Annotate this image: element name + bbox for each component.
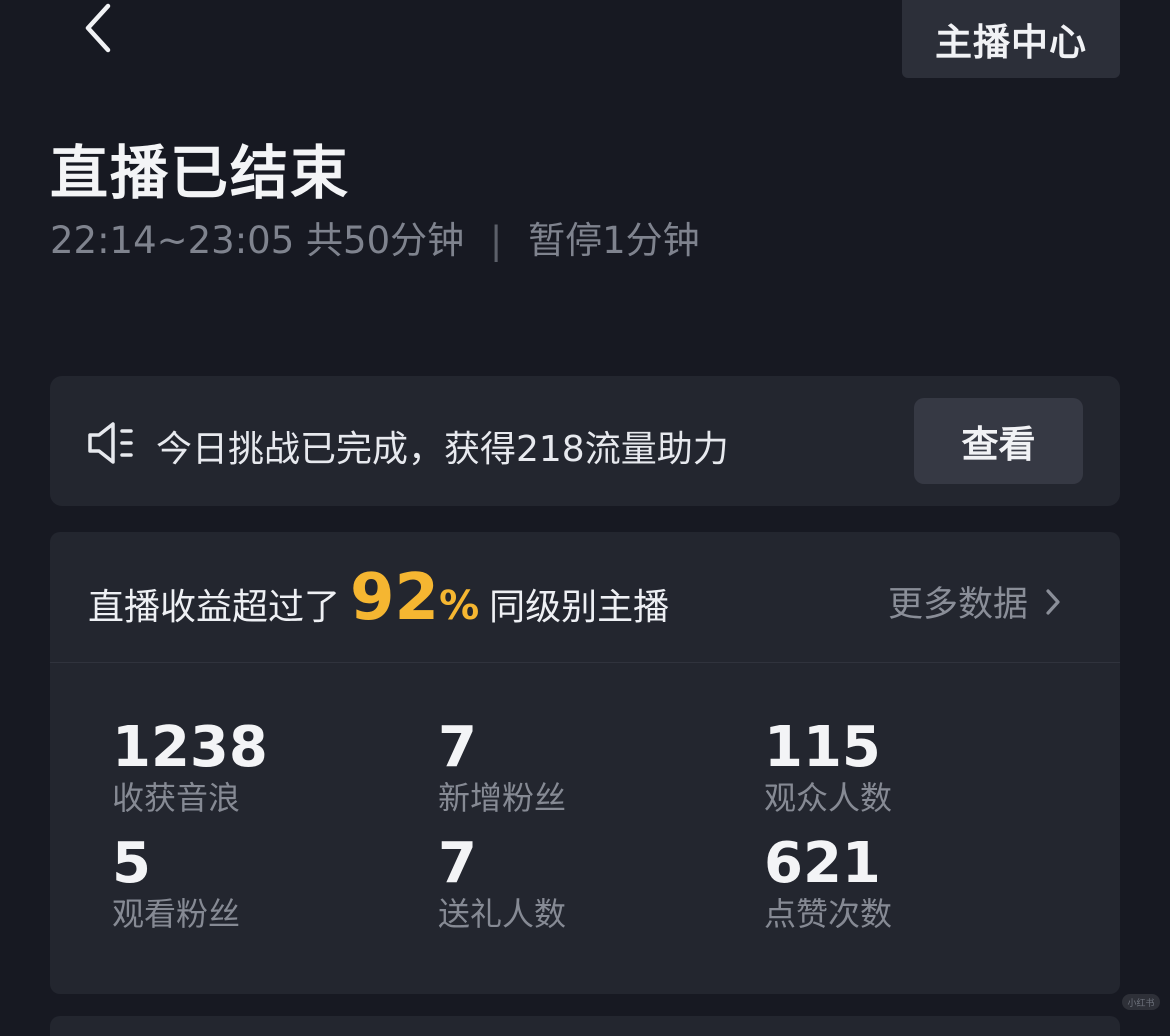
page-title: 直播已结束 (50, 139, 351, 207)
stats-card: 直播收益超过了 92 % 同级别主播 更多数据 1238 收获音浪 7 新增粉丝… (50, 532, 1120, 994)
speaker-icon (86, 420, 138, 470)
time-range: 22:14~23:05 (50, 219, 295, 262)
next-card-edge (50, 1016, 1120, 1036)
watermark-logo: 小红书 (1122, 994, 1160, 1010)
stat-label: 新增粉丝 (438, 779, 567, 817)
more-data-link[interactable]: 更多数据 (888, 576, 1062, 627)
stat-sound-waves: 1238 收获音浪 (112, 716, 412, 818)
chevron-right-icon (1046, 588, 1060, 615)
challenge-card: 今日挑战已完成，获得218流量助力 查看 (50, 376, 1120, 506)
income-summary: 直播收益超过了 92 % 同级别主播 (88, 566, 669, 630)
stat-fan-viewers: 5 观看粉丝 (112, 832, 412, 934)
stat-likes: 621 点赞次数 (764, 832, 1064, 934)
view-button[interactable]: 查看 (914, 398, 1083, 484)
more-data-label: 更多数据 (888, 585, 1029, 625)
total-duration: 共50分钟 (306, 219, 465, 262)
stat-value: 7 (438, 831, 477, 896)
income-suffix: 同级别主播 (489, 587, 670, 628)
stat-new-fans: 7 新增粉丝 (438, 716, 738, 818)
stat-label: 送礼人数 (438, 895, 567, 933)
back-button[interactable] (78, 0, 124, 58)
pause-duration: 暂停1分钟 (528, 219, 700, 262)
income-percent: 92 (350, 561, 440, 635)
stat-value: 621 (764, 831, 881, 896)
percent-sign: % (439, 583, 480, 629)
stat-gifters: 7 送礼人数 (438, 832, 738, 934)
stat-label: 观看粉丝 (112, 895, 241, 933)
income-row: 直播收益超过了 92 % 同级别主播 更多数据 (50, 532, 1120, 663)
stat-value: 7 (438, 715, 477, 780)
stat-value: 115 (764, 715, 881, 780)
stat-label: 点赞次数 (764, 895, 893, 933)
live-time-info: 22:14~23:05 共50分钟 | 暂停1分钟 (50, 210, 700, 264)
stat-viewers: 115 观众人数 (764, 716, 1064, 818)
stat-label: 收获音浪 (112, 779, 241, 817)
chevron-left-icon (85, 3, 111, 53)
host-center-button[interactable]: 主播中心 (902, 0, 1120, 78)
challenge-message: 今日挑战已完成，获得218流量助力 (156, 429, 729, 470)
stat-value: 5 (112, 831, 151, 896)
stat-value: 1238 (112, 715, 268, 780)
income-prefix: 直播收益超过了 (88, 587, 341, 628)
stat-label: 观众人数 (764, 779, 893, 817)
divider: | (489, 219, 503, 262)
